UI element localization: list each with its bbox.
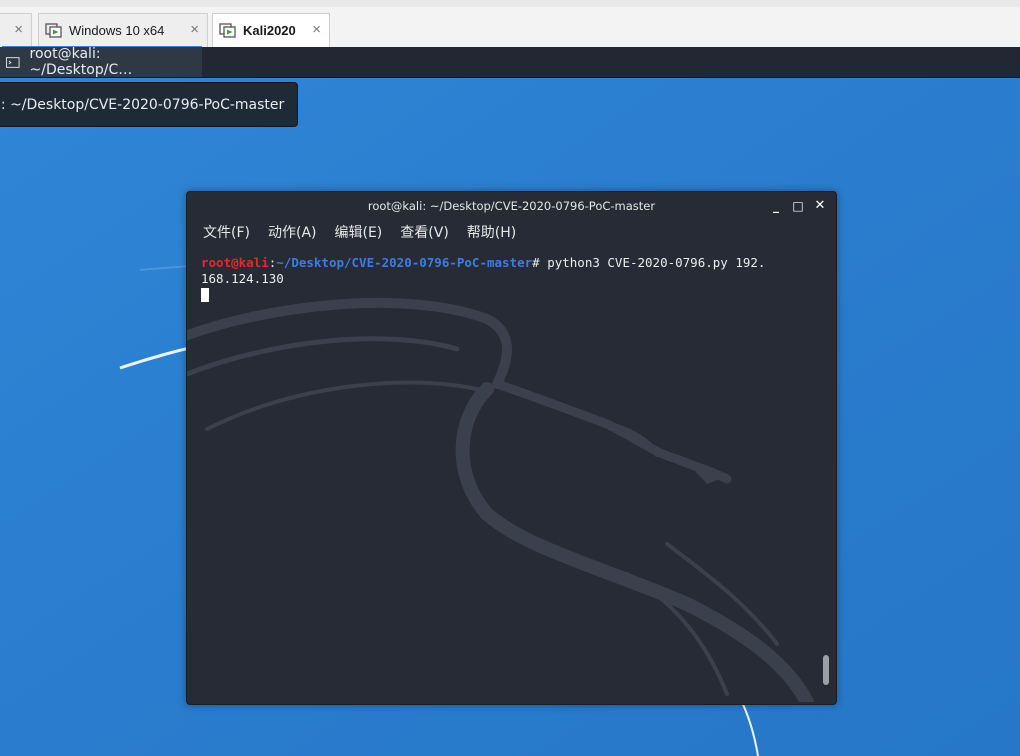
kali-panel: root@kali: ~/Desktop/C… [0,46,1020,78]
menu-help[interactable]: 帮助(H) [467,222,516,242]
tab-close-icon[interactable]: × [312,21,321,38]
tooltip-text: i: ~/Desktop/CVE-2020-0796-PoC-master [0,96,285,113]
tab-windows-10[interactable]: Windows 10 x64 × [38,13,208,47]
menu-action[interactable]: 动作(A) [268,222,317,242]
menu-view[interactable]: 查看(V) [400,222,449,242]
terminal-icon [6,56,20,68]
menu-edit[interactable]: 编辑(E) [335,222,383,242]
tab-close-icon[interactable]: × [14,21,23,38]
menu-file[interactable]: 文件(F) [203,222,250,242]
terminal-text: root@kali:~/Desktop/CVE-2020-0796-PoC-ma… [201,255,811,303]
terminal-output[interactable]: root@kali:~/Desktop/CVE-2020-0796-PoC-ma… [187,244,823,702]
command-text-line2: 168.124.130 [201,271,284,286]
taskbar-terminal-button[interactable]: root@kali: ~/Desktop/C… [0,46,202,78]
tab-label: Windows 10 x64 [69,23,165,38]
prompt-symbol: # [532,255,540,270]
kali-dragon-watermark [187,297,814,702]
scrollbar-thumb[interactable] [823,655,829,685]
vmware-tab-bar: × Windows 10 x64 × Kali2020 × [0,7,1020,48]
prompt-user: root@kali [201,255,269,270]
close-button[interactable]: ✕ [812,198,828,214]
vm-play-icon [219,22,236,38]
terminal-menubar: 文件(F) 动作(A) 编辑(E) 查看(V) 帮助(H) [187,220,836,244]
maximize-button[interactable]: □ [790,198,806,214]
terminal-titlebar[interactable]: root@kali: ~/Desktop/CVE-2020-0796-PoC-m… [187,192,836,220]
text-cursor [201,288,209,302]
command-text-line1: python3 CVE-2020-0796.py 192. [539,255,766,270]
terminal-window[interactable]: root@kali: ~/Desktop/CVE-2020-0796-PoC-m… [186,191,837,705]
terminal-title: root@kali: ~/Desktop/CVE-2020-0796-PoC-m… [367,199,656,213]
tab-close-icon[interactable]: × [190,21,199,38]
vm-play-icon [45,22,62,38]
terminal-scrollbar[interactable] [820,244,832,700]
taskbar-tooltip: i: ~/Desktop/CVE-2020-0796-PoC-master [0,82,298,127]
tab-label: Kali2020 [243,23,296,38]
tab-kali2020[interactable]: Kali2020 × [212,13,330,47]
prompt-path: ~/Desktop/CVE-2020-0796-PoC-master [276,255,533,270]
minimize-button[interactable]: _ [768,198,784,214]
tab-partial[interactable]: × [0,13,32,47]
taskbar-terminal-label: root@kali: ~/Desktop/C… [29,46,133,78]
